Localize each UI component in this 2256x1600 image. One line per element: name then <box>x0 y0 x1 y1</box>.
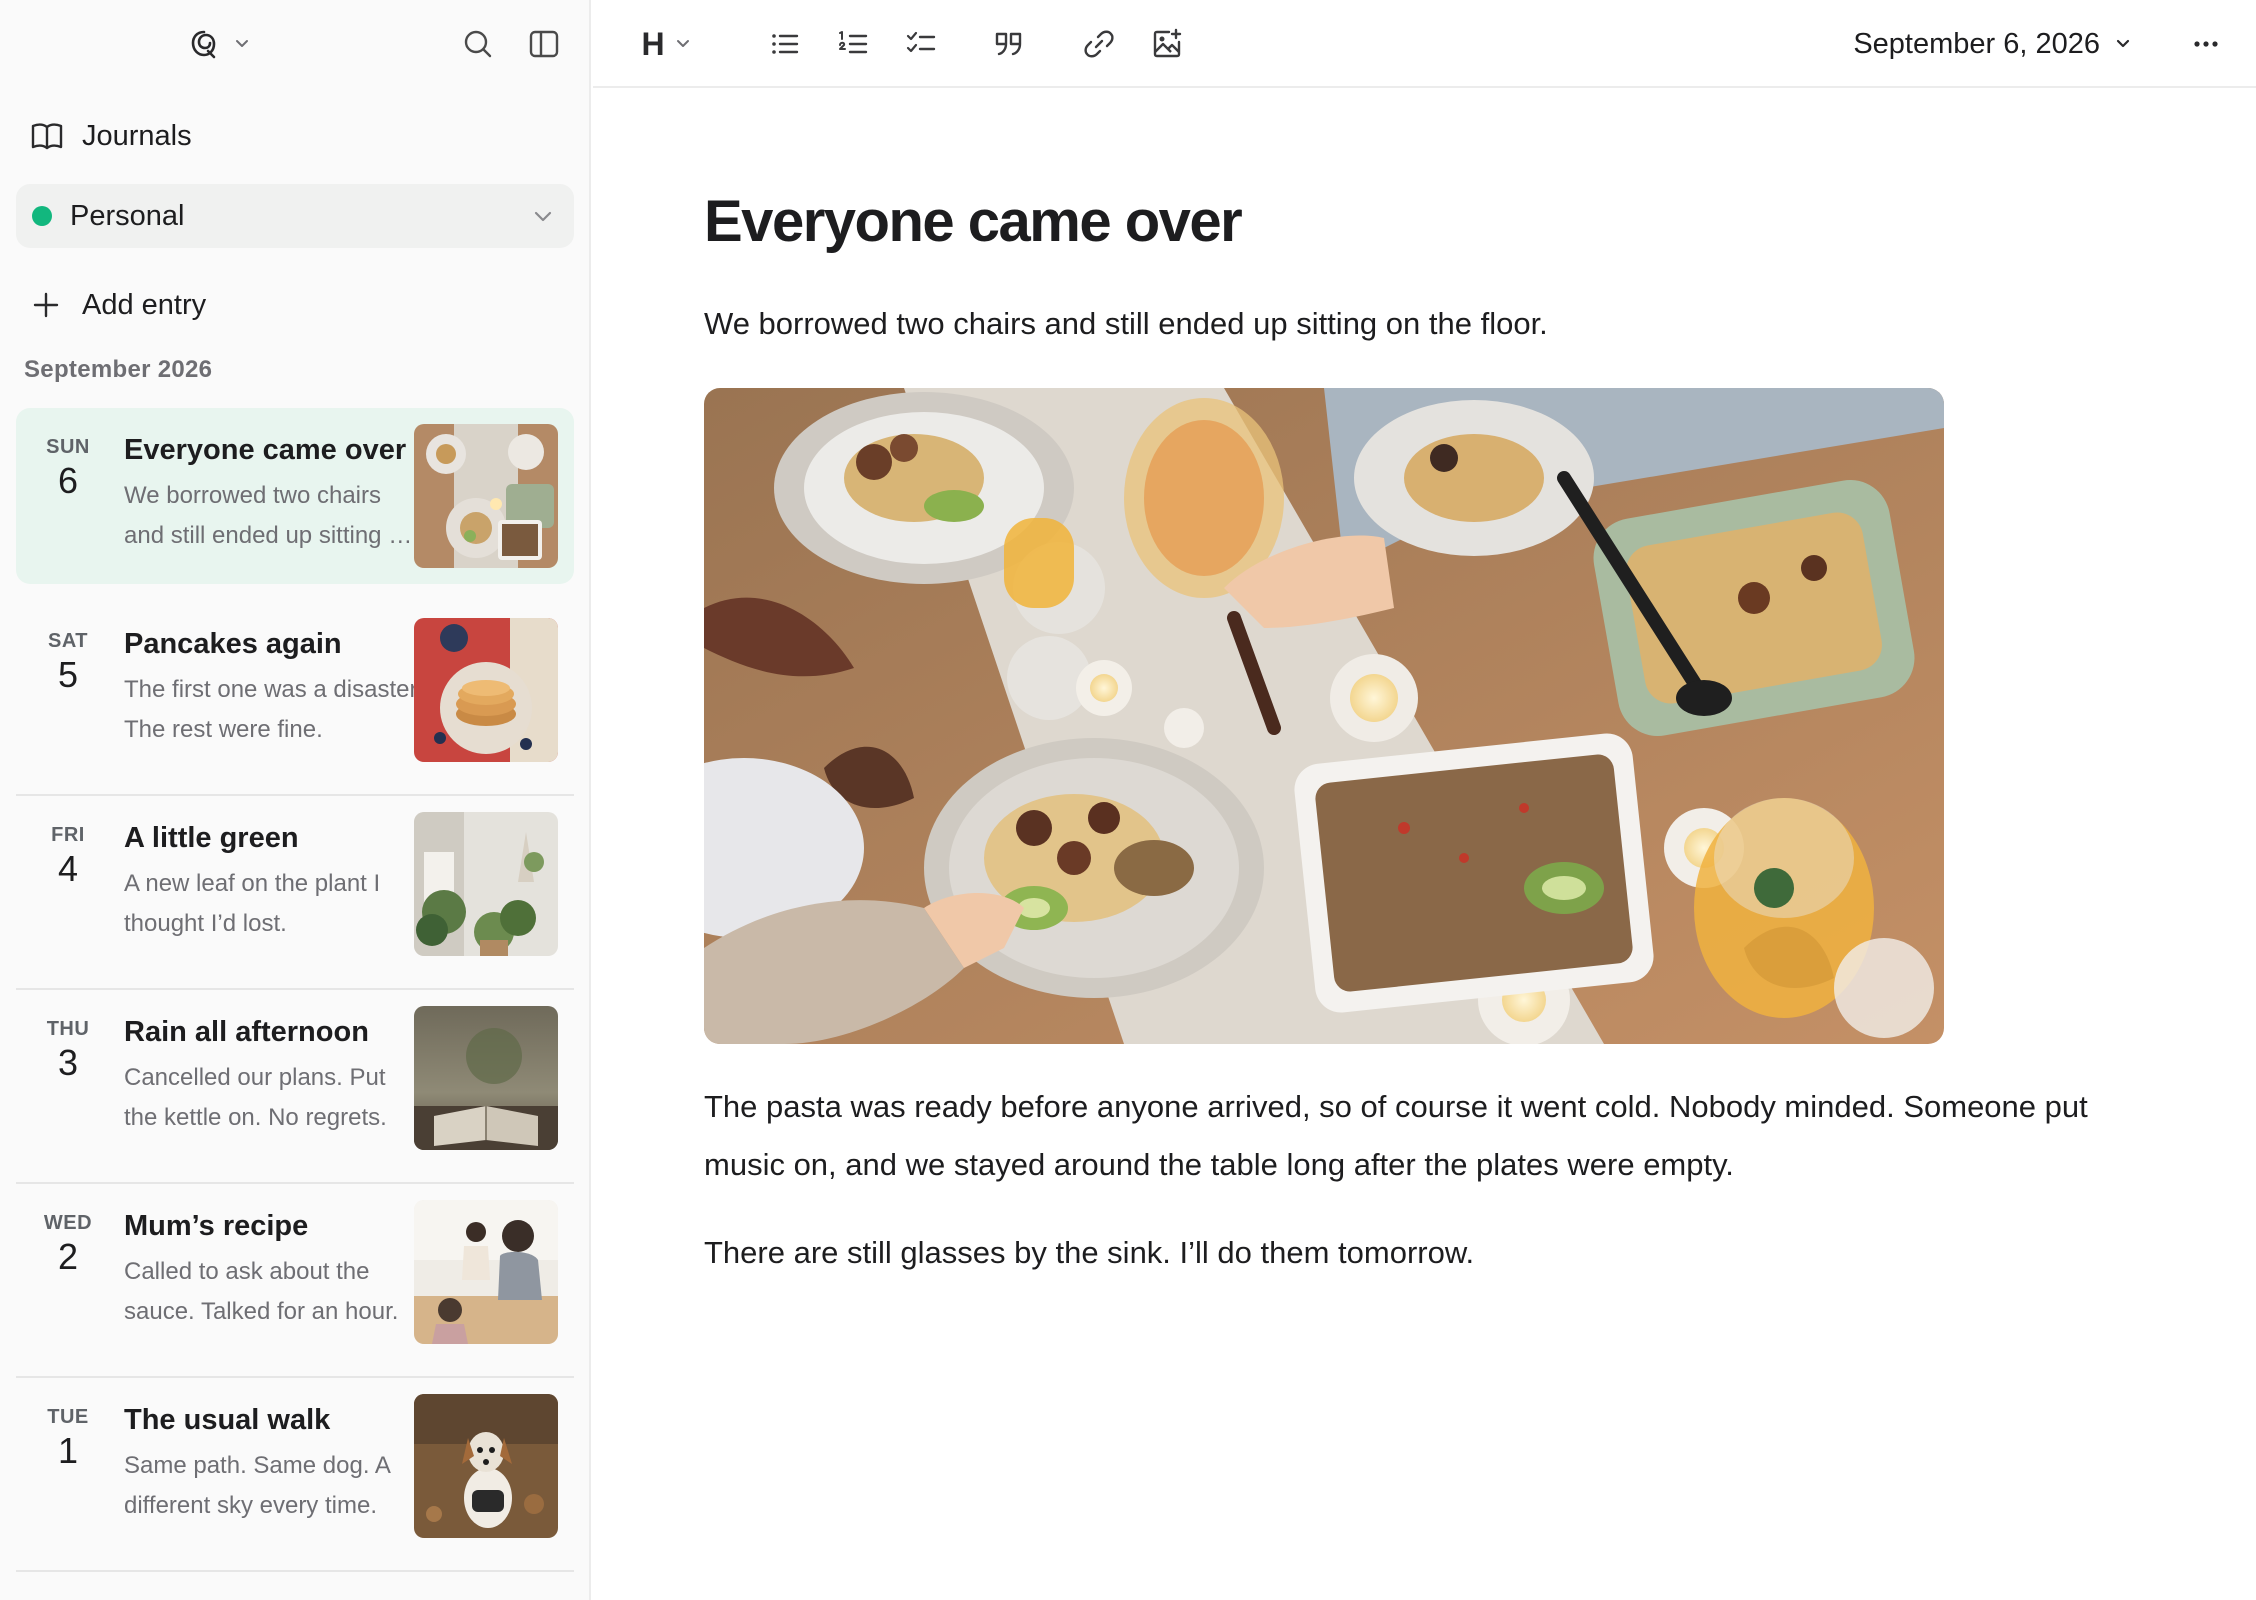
entry-snippet: We borrowed two chairs and still ended u… <box>124 482 415 549</box>
dinner-table-photo-image <box>704 388 1944 1044</box>
entry-title: Mum’s recipe <box>124 1210 309 1242</box>
entry-day: 4 <box>57 848 79 889</box>
entry-thumbnail <box>414 1200 558 1344</box>
checklist-button[interactable] <box>899 22 943 66</box>
entry-item[interactable]: WED 2 Mum’s recipe Called to ask about t… <box>16 1184 574 1378</box>
plus-icon <box>33 292 59 318</box>
heading-icon: H <box>641 25 665 62</box>
entry-thumbnail <box>414 424 558 568</box>
entry-weekday: WED <box>43 1212 93 1234</box>
dog-thumbnail-image <box>414 1394 558 1538</box>
entry-snippet: Same path. Same dog. A different sky eve… <box>124 1452 390 1519</box>
entry-thumbnail <box>414 1006 558 1150</box>
entry-thumbnail <box>414 618 558 762</box>
entry-list: SUN 6 Everyone came over We borrowed two… <box>16 408 574 1572</box>
journals-link[interactable]: Journals <box>30 112 192 160</box>
entry-day: 1 <box>57 1430 79 1471</box>
numbered-list-icon <box>839 31 868 54</box>
entry-intro-paragraph[interactable]: We borrowed two chairs and still ended u… <box>704 306 1548 342</box>
entry-snippet: A new leaf on the plant I thought I’d lo… <box>124 870 381 937</box>
add-entry-label: Add entry <box>82 288 207 321</box>
entry-title: Rain all afternoon <box>124 1016 369 1048</box>
entry-weekday: TUE <box>47 1406 89 1428</box>
kitchen-family-thumbnail-image <box>414 1200 558 1344</box>
chevron-down-icon <box>676 40 689 47</box>
quote-button[interactable] <box>987 22 1031 66</box>
app-menu-button[interactable] <box>180 24 260 64</box>
houseplants-thumbnail-image <box>414 812 558 956</box>
more-options-button[interactable] <box>2184 22 2228 66</box>
add-image-icon <box>1153 28 1182 58</box>
editor-toolbar: H September 6, 2026 <box>593 0 2256 88</box>
entry-weekday: SAT <box>47 630 88 652</box>
sidebar-header <box>0 0 589 88</box>
search-icon <box>464 30 492 58</box>
entry-snippet: Called to ask about the sauce. Talked fo… <box>124 1258 399 1325</box>
entry-weekday: THU <box>46 1018 90 1040</box>
entry-day: 3 <box>57 1042 79 1083</box>
entry-day: 2 <box>57 1236 79 1277</box>
entry-title: Pancakes again <box>124 628 342 660</box>
quote-icon <box>995 32 1022 56</box>
heading-style-button[interactable]: H <box>635 22 699 66</box>
entry-item[interactable]: SUN 6 Everyone came over We borrowed two… <box>16 408 574 584</box>
entry-item[interactable]: THU 3 Rain all afternoon Cancelled our p… <box>16 990 574 1184</box>
add-entry-button[interactable]: Add entry <box>30 280 206 330</box>
checklist-icon <box>906 31 936 53</box>
entry-title: Everyone came over <box>124 434 407 466</box>
entry-body-paragraph[interactable]: There are still glasses by the sink. I’l… <box>704 1224 2144 1282</box>
bullet-list-icon <box>772 34 799 54</box>
entry-snippet: The first one was a disaster. The rest w… <box>124 676 423 743</box>
link-icon <box>1084 30 1114 58</box>
entry-snippet: Cancelled our plans. Put the kettle on. … <box>124 1064 387 1131</box>
app-logo-icon <box>191 30 216 59</box>
chevron-down-icon <box>534 211 552 222</box>
entry-day: 5 <box>57 654 79 695</box>
entry-photo[interactable] <box>704 388 1944 1044</box>
entry-day: 6 <box>57 460 79 501</box>
entry-date-picker[interactable]: September 6, 2026 <box>1853 22 2134 66</box>
search-button[interactable] <box>458 24 498 64</box>
book-icon <box>31 123 63 150</box>
sidebar: Journals Personal Add entry September 20… <box>0 0 591 1600</box>
entry-thumbnail <box>414 1394 558 1538</box>
pancakes-thumbnail-image <box>414 618 558 762</box>
chevron-down-icon <box>2116 39 2130 48</box>
bullet-list-button[interactable] <box>763 22 807 66</box>
entry-item[interactable]: FRI 4 A little green A new leaf on the p… <box>16 796 574 990</box>
entry-date-label: September 6, 2026 <box>1853 27 2100 60</box>
entry-thumbnail <box>414 812 558 956</box>
entry-weekday: FRI <box>51 824 85 846</box>
journal-selector-value: Personal <box>70 199 185 232</box>
entry-item[interactable]: SAT 5 Pancakes again The first one was a… <box>16 602 574 796</box>
entry-title: A little green <box>124 822 299 854</box>
dinner-table-thumbnail-image <box>414 424 558 568</box>
journals-label: Journals <box>82 119 192 152</box>
entry-title-heading[interactable]: Everyone came over <box>704 188 1243 255</box>
open-book-thumbnail-image <box>414 1006 558 1150</box>
entry-title: The usual walk <box>124 1404 331 1436</box>
journal-selector[interactable]: Personal <box>16 184 574 248</box>
entry-weekday: SUN <box>46 436 90 458</box>
entry-body-paragraph[interactable]: The pasta was ready before anyone arrive… <box>704 1078 2144 1194</box>
more-horizontal-icon <box>2194 41 2218 47</box>
link-button[interactable] <box>1077 22 1121 66</box>
numbered-list-button[interactable] <box>831 22 875 66</box>
insert-image-button[interactable] <box>1145 22 1189 66</box>
month-heading: September 2026 <box>24 356 213 383</box>
journal-color-dot <box>32 206 52 226</box>
chevron-down-icon <box>236 40 248 47</box>
sidebar-toggle-icon <box>529 30 559 58</box>
toggle-sidebar-button[interactable] <box>524 24 564 64</box>
entry-item[interactable]: TUE 1 The usual walk Same path. Same dog… <box>16 1378 574 1572</box>
